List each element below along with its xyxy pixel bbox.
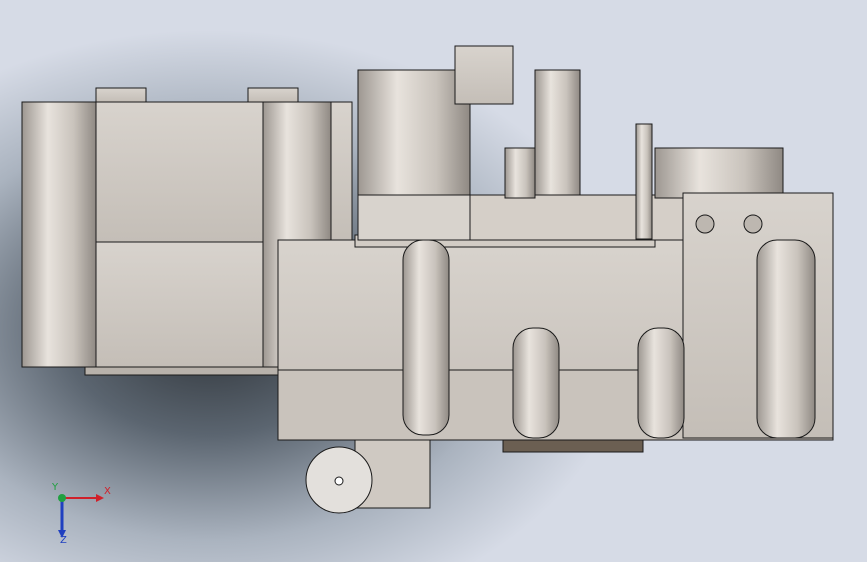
x-axis-label: X: [104, 486, 111, 497]
x-arrowhead-icon: [96, 494, 104, 502]
y-axis-label: Y: [52, 482, 59, 493]
3d-model-viewport[interactable]: X Y Z: [0, 0, 867, 562]
bottom-hardware[interactable]: [305, 439, 644, 514]
cad-model[interactable]: [0, 0, 867, 562]
y-axis-dot-icon: [58, 494, 66, 502]
z-axis-label: Z: [60, 535, 67, 546]
axis-triad: X Y Z: [48, 480, 128, 550]
